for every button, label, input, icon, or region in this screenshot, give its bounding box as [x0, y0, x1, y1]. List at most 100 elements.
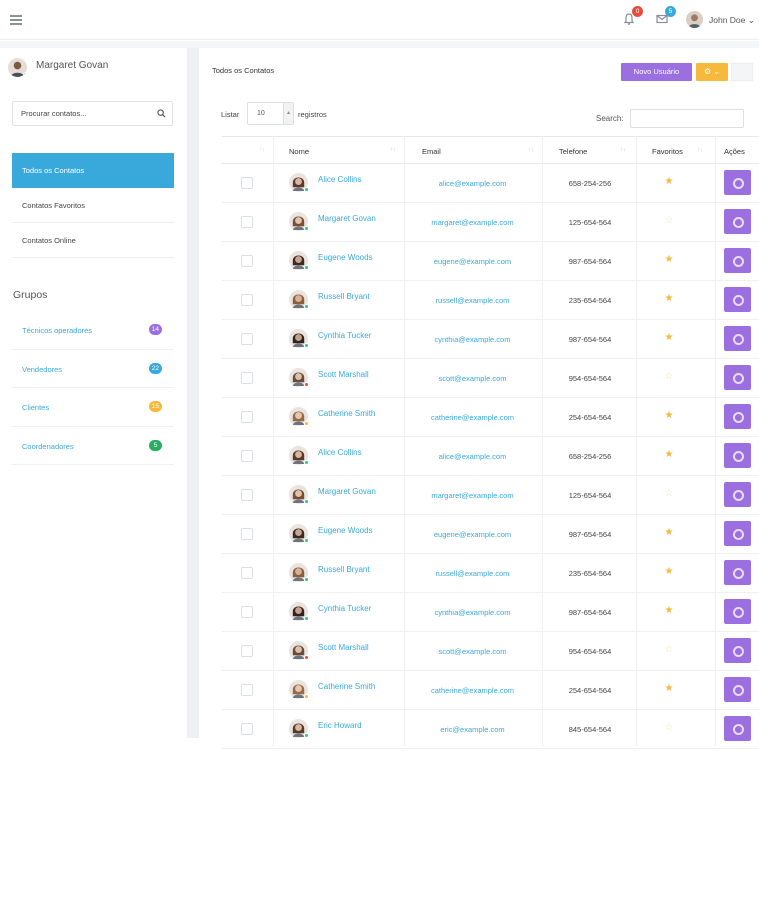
- page-size-select[interactable]: 10 ▲: [247, 102, 294, 125]
- column-header-name[interactable]: Nome: [289, 147, 309, 156]
- messages-envelope-icon[interactable]: 5: [655, 6, 676, 26]
- favorite-star-icon[interactable]: ★: [636, 332, 702, 343]
- row-checkbox[interactable]: [241, 333, 253, 345]
- contact-email-link[interactable]: alice@example.com: [404, 452, 541, 461]
- group-item-clients[interactable]: Clientes 15: [12, 388, 174, 427]
- user-menu[interactable]: John Doe ⌄: [709, 15, 755, 26]
- contact-name-link[interactable]: Scott Marshall: [318, 370, 369, 379]
- sort-icon[interactable]: ↑↓: [528, 147, 534, 153]
- contact-name-link[interactable]: Catherine Smith: [318, 409, 375, 418]
- notifications-bell-icon[interactable]: 0: [622, 6, 643, 26]
- favorite-star-icon[interactable]: ★: [636, 176, 702, 187]
- contact-email-link[interactable]: russell@example.com: [404, 569, 541, 578]
- contact-email-link[interactable]: margaret@example.com: [404, 218, 541, 227]
- extra-action-button[interactable]: [731, 63, 753, 81]
- row-checkbox[interactable]: [241, 450, 253, 462]
- group-item-sellers[interactable]: Vendedores 22: [12, 350, 174, 388]
- contact-email-link[interactable]: cynthia@example.com: [404, 608, 541, 617]
- row-checkbox[interactable]: [241, 489, 253, 501]
- contact-email-link[interactable]: cynthia@example.com: [404, 335, 541, 344]
- row-checkbox[interactable]: [241, 411, 253, 423]
- favorite-star-icon[interactable]: ★: [636, 410, 702, 421]
- settings-dropdown-button[interactable]: ⚙ ⌄: [696, 63, 728, 81]
- row-checkbox[interactable]: [241, 606, 253, 618]
- contact-email-link[interactable]: catherine@example.com: [404, 686, 541, 695]
- contact-name-link[interactable]: Cynthia Tucker: [318, 331, 371, 340]
- sort-icon[interactable]: ↑↓: [390, 147, 396, 153]
- view-contact-button[interactable]: [724, 209, 751, 234]
- sort-icon[interactable]: ↑↓: [259, 147, 265, 153]
- favorite-star-icon[interactable]: ★: [636, 566, 702, 577]
- contact-name-link[interactable]: Scott Marshall: [318, 643, 369, 652]
- contact-email-link[interactable]: catherine@example.com: [404, 413, 541, 422]
- favorite-star-icon[interactable]: ☆: [636, 644, 702, 655]
- favorite-star-icon[interactable]: ☆: [636, 488, 702, 499]
- contact-email-link[interactable]: eugene@example.com: [404, 530, 541, 539]
- row-checkbox[interactable]: [241, 645, 253, 657]
- favorite-star-icon[interactable]: ★: [636, 254, 702, 265]
- row-checkbox[interactable]: [241, 177, 253, 189]
- row-checkbox[interactable]: [241, 528, 253, 540]
- group-item-coordinators[interactable]: Coordenadores 5: [12, 427, 174, 465]
- view-contact-button[interactable]: [724, 248, 751, 273]
- favorite-star-icon[interactable]: ☆: [636, 371, 702, 382]
- contact-email-link[interactable]: scott@example.com: [404, 647, 541, 656]
- favorite-star-icon[interactable]: ★: [636, 293, 702, 304]
- row-checkbox[interactable]: [241, 216, 253, 228]
- view-contact-button[interactable]: [724, 170, 751, 195]
- view-contact-button[interactable]: [724, 521, 751, 546]
- menu-item-online-contacts[interactable]: Contatos Online: [12, 223, 174, 258]
- menu-item-favorite-contacts[interactable]: Contatos Favoritos: [12, 188, 174, 223]
- sort-icon[interactable]: ↑↓: [697, 147, 703, 153]
- favorite-star-icon[interactable]: ★: [636, 605, 702, 616]
- menu-item-all-contacts[interactable]: Todos os Contatos: [12, 153, 174, 188]
- row-checkbox[interactable]: [241, 723, 253, 735]
- contact-email-link[interactable]: russell@example.com: [404, 296, 541, 305]
- view-contact-button[interactable]: [724, 599, 751, 624]
- group-item-technicians[interactable]: Técnicos operadores 14: [12, 311, 174, 350]
- favorite-star-icon[interactable]: ★: [636, 527, 702, 538]
- column-header-favorites[interactable]: Favoritos: [652, 147, 683, 156]
- favorite-star-icon[interactable]: ★: [636, 683, 702, 694]
- contact-name-link[interactable]: Catherine Smith: [318, 682, 375, 691]
- row-checkbox[interactable]: [241, 372, 253, 384]
- view-contact-button[interactable]: [724, 716, 751, 741]
- contact-name-link[interactable]: Alice Collins: [318, 175, 362, 184]
- contact-name-link[interactable]: Cynthia Tucker: [318, 604, 371, 613]
- view-contact-button[interactable]: [724, 482, 751, 507]
- search-icon[interactable]: [157, 109, 166, 118]
- menu-toggle-icon[interactable]: [10, 15, 22, 25]
- contact-name-link[interactable]: Margaret Govan: [318, 487, 376, 496]
- contact-email-link[interactable]: eugene@example.com: [404, 257, 541, 266]
- contact-name-link[interactable]: Russell Bryant: [318, 292, 370, 301]
- view-contact-button[interactable]: [724, 677, 751, 702]
- view-contact-button[interactable]: [724, 287, 751, 312]
- contact-name-link[interactable]: Russell Bryant: [318, 565, 370, 574]
- contact-name-link[interactable]: Margaret Govan: [318, 214, 376, 223]
- view-contact-button[interactable]: [724, 638, 751, 663]
- view-contact-button[interactable]: [724, 443, 751, 468]
- user-avatar[interactable]: [686, 11, 703, 28]
- new-user-button[interactable]: Novo Usuário: [621, 63, 692, 81]
- search-input[interactable]: [13, 102, 143, 125]
- row-checkbox[interactable]: [241, 684, 253, 696]
- view-contact-button[interactable]: [724, 560, 751, 585]
- contact-email-link[interactable]: alice@example.com: [404, 179, 541, 188]
- column-header-email[interactable]: Email: [422, 147, 441, 156]
- favorite-star-icon[interactable]: ☆: [636, 722, 702, 733]
- favorite-star-icon[interactable]: ★: [636, 449, 702, 460]
- row-checkbox[interactable]: [241, 567, 253, 579]
- column-header-phone[interactable]: Telefone: [559, 147, 587, 156]
- contact-name-link[interactable]: Eugene Woods: [318, 526, 373, 535]
- row-checkbox[interactable]: [241, 294, 253, 306]
- row-checkbox[interactable]: [241, 255, 253, 267]
- contact-email-link[interactable]: eric@example.com: [404, 725, 541, 734]
- view-contact-button[interactable]: [724, 326, 751, 351]
- view-contact-button[interactable]: [724, 365, 751, 390]
- contact-email-link[interactable]: margaret@example.com: [404, 491, 541, 500]
- table-search-input[interactable]: [630, 109, 744, 128]
- contact-email-link[interactable]: scott@example.com: [404, 374, 541, 383]
- view-contact-button[interactable]: [724, 404, 751, 429]
- sort-icon[interactable]: ↑↓: [620, 147, 626, 153]
- contact-name-link[interactable]: Alice Collins: [318, 448, 362, 457]
